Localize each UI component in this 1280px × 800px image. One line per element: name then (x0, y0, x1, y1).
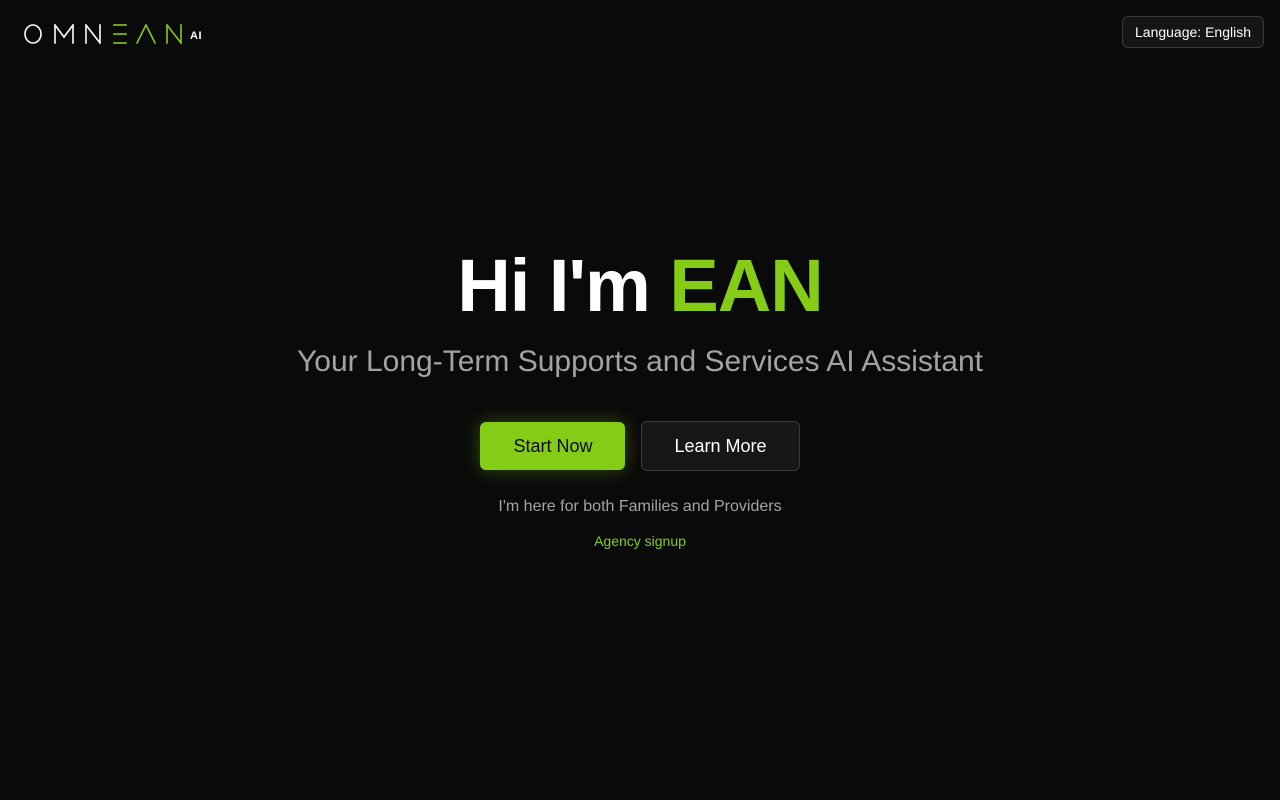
hero-subtitle: Your Long-Term Supports and Services AI … (297, 345, 983, 378)
learn-more-button[interactable]: Learn More (641, 421, 800, 471)
brand-logo[interactable]: AI (24, 24, 202, 44)
logo-ai-suffix: AI (190, 30, 202, 42)
hero-tagline: I'm here for both Families and Providers (498, 498, 782, 515)
hero-greeting: Hi I'm (457, 244, 651, 327)
landing-page: AI Language: English Hi I'm EAN Your Lon… (0, 0, 1280, 800)
start-now-button[interactable]: Start Now (480, 422, 626, 470)
agency-signup-container: Agency signup (0, 532, 1280, 550)
brand-wordmark-icon (24, 24, 182, 44)
hero-title: Hi I'm EAN (0, 244, 1280, 328)
agency-signup-link[interactable]: Agency signup (594, 533, 686, 549)
language-selector-button[interactable]: Language: English (1122, 16, 1264, 48)
hero-actions: Start Now Learn More (0, 421, 1280, 471)
hero-name: EAN (669, 244, 823, 327)
